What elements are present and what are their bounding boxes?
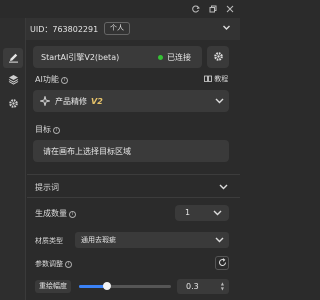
info-icon[interactable]: i [53,127,60,134]
refresh-icon[interactable] [192,5,200,13]
prompt-label: 提示词 [35,183,59,192]
reset-params-button[interactable] [215,256,229,270]
version-tag: V2 [91,97,103,106]
engine-settings-button[interactable] [207,46,229,68]
tutorial-link[interactable]: 教程 [204,74,228,84]
gen-count-value: 1 [185,208,191,217]
ai-function-select[interactable]: 产品精修 V2 [33,90,229,112]
account-type-badge: 个人 [104,22,130,35]
tutorial-label: 教程 [214,75,229,83]
amplitude-slider-handle[interactable] [102,282,111,290]
params-label-row: 参数调整 i [35,259,72,269]
sparkle-icon [38,94,52,108]
reset-icon [218,257,227,269]
user-bar: UID：763802291 个人 [0,18,240,40]
chevron-down-icon [213,210,222,216]
connection-status-dot [158,55,163,60]
sidebar-settings[interactable] [6,97,20,111]
amplitude-value: 0.3 [186,282,199,291]
book-icon [204,75,214,83]
stepper-arrows-icon[interactable]: ▲ ▼ [221,281,224,291]
ai-function-value: 产品精修 V2 [55,97,103,106]
connection-status: 已连接 [167,53,191,62]
amplitude-label: 重绘幅度 [35,280,71,293]
ai-function-label-row: AI功能 i [35,74,68,85]
info-icon[interactable]: i [60,77,68,84]
amplitude-input[interactable]: 0.3 ▲ ▼ [177,279,229,294]
amplitude-slider[interactable] [79,282,171,290]
user-id: UID：763802291 [30,25,99,34]
info-icon[interactable]: i [65,261,72,268]
params-label: 参数调整 [35,260,63,268]
target-label: 目标 [35,125,51,134]
engine-selector[interactable]: StartAI引擎V2(beta) 已连接 [33,46,202,68]
close-icon[interactable] [226,5,234,13]
sidebar-edit[interactable] [3,48,23,68]
material-label: 材质类型 [35,237,63,245]
material-select[interactable]: 通用去瑕疵 [75,232,229,248]
window-titlebar [0,0,240,18]
gen-count-label: 生成数量 [35,209,67,218]
chevron-down-icon [219,184,228,190]
chevron-down-icon [215,98,224,104]
material-value: 通用去瑕疵 [81,236,116,244]
sidebar [0,18,26,300]
restore-window-icon[interactable] [209,5,217,13]
info-icon[interactable]: i [69,211,76,218]
prompt-section[interactable]: 提示词 [27,174,240,198]
target-label-row: 目标 i [35,124,60,135]
gear-icon [8,98,19,111]
chevron-down-icon[interactable] [222,23,231,34]
main-panel: StartAI引擎V2(beta) 已连接 AI功能 i 教程 产品精修 V2 目标… [27,40,240,300]
gear-icon [213,51,224,64]
layers-icon [8,74,19,87]
gen-count-label-row: 生成数量 i [35,208,76,219]
gen-count-select[interactable]: 1 [175,205,229,221]
chevron-down-icon [215,237,224,243]
target-area-field[interactable]: 请在画布上选择目标区域 [33,140,229,162]
engine-name: StartAI引擎V2(beta) [41,53,120,62]
ai-function-label: AI功能 [35,75,59,84]
sidebar-layers[interactable] [6,73,20,87]
pen-icon [8,52,19,65]
